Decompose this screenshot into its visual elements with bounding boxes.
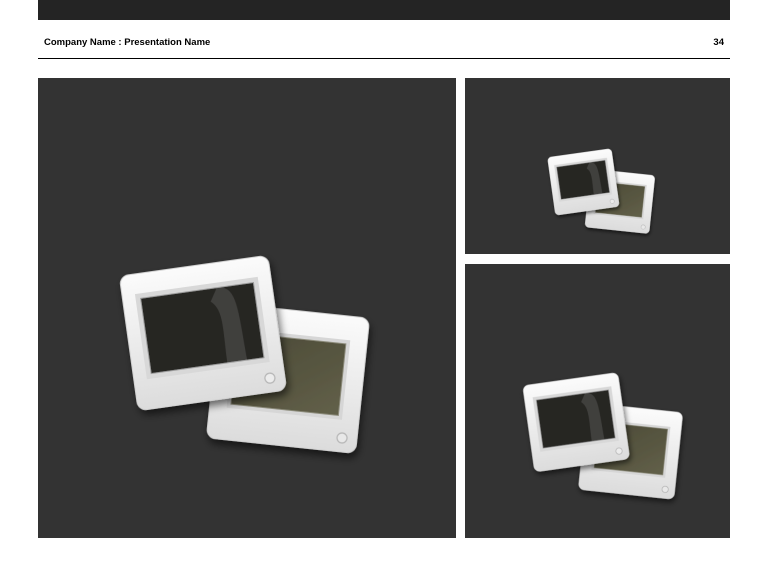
main-image-panel (38, 78, 456, 538)
header-divider (38, 58, 730, 59)
bottom-right-image-panel (465, 264, 730, 538)
photo-slides-icon (465, 264, 730, 538)
page-header: Company Name : Presentation Name 34 (38, 37, 730, 51)
top-bar (38, 0, 730, 20)
top-right-image-panel (465, 78, 730, 254)
page-number: 34 (713, 37, 724, 48)
page-title: Company Name : Presentation Name (44, 37, 211, 48)
photo-slides-icon (38, 78, 456, 538)
photo-slides-icon (465, 78, 730, 254)
